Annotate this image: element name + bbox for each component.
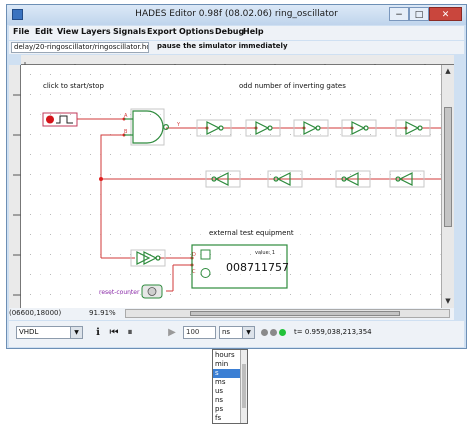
- schematic-canvas[interactable]: click to start/stop odd number of invert…: [21, 65, 441, 308]
- left-ruler: [9, 65, 21, 308]
- maximize-button[interactable]: □: [409, 7, 429, 21]
- reset-counter-label: reset-counter: [99, 289, 140, 296]
- unit-option[interactable]: fs: [213, 414, 241, 423]
- language-value: VHDL: [19, 328, 39, 336]
- top-ruler: [21, 55, 454, 70]
- status-led-3: [279, 329, 286, 336]
- unit-option[interactable]: ns: [213, 396, 241, 405]
- unit-option[interactable]: min: [213, 360, 241, 369]
- cursor-coordinates: (06600,18000): [9, 309, 62, 317]
- zoom-level: 91.91%: [89, 309, 116, 317]
- time-unit-value: ns: [222, 328, 231, 336]
- dropdown-scrollbar[interactable]: [240, 350, 247, 423]
- time-unit-select[interactable]: ns ▼: [219, 326, 255, 339]
- pin-b-label: B: [124, 129, 128, 135]
- horizontal-scroll-thumb[interactable]: [190, 311, 400, 316]
- label-external-equipment: external test equipment: [209, 229, 294, 237]
- unit-option[interactable]: ms: [213, 378, 241, 387]
- menu-bar: File Edit View Layers Signals Export Opt…: [9, 26, 464, 40]
- status-row: (06600,18000) 91.91%: [9, 308, 454, 320]
- minimize-button[interactable]: −: [389, 7, 409, 21]
- status-led-1: [261, 329, 268, 336]
- status-led-2: [270, 329, 277, 336]
- close-button[interactable]: ✕: [429, 7, 462, 21]
- label-start-stop: click to start/stop: [43, 82, 104, 90]
- simulation-time: t= 0.959,038,213,354: [294, 328, 372, 336]
- menu-file[interactable]: File: [13, 27, 29, 36]
- unit-option[interactable]: us: [213, 387, 241, 396]
- chevron-down-icon[interactable]: ▼: [242, 327, 254, 338]
- menu-options[interactable]: Options: [179, 27, 214, 36]
- menu-help[interactable]: Help: [243, 27, 264, 36]
- scroll-down-icon[interactable]: ▼: [443, 296, 453, 306]
- menu-debug[interactable]: Debug: [215, 27, 244, 36]
- pin-c-label: C: [192, 269, 196, 275]
- label-inverting-gates: odd number of inverting gates: [239, 82, 346, 90]
- status-message: pause the simulator immediately: [157, 42, 288, 50]
- counter-value: 008711757: [226, 261, 289, 274]
- menu-export[interactable]: Export: [147, 27, 177, 36]
- language-select[interactable]: VHDL ▼: [16, 326, 83, 339]
- time-unit-dropdown[interactable]: hours min s ms us ns ps fs: [212, 349, 248, 424]
- info-icon[interactable]: ℹ: [91, 326, 105, 339]
- path-bar: delay/20-ringoscillator/ringoscillator.h…: [9, 41, 464, 54]
- dropdown-scroll-thumb[interactable]: [242, 364, 246, 408]
- menu-view[interactable]: View: [57, 27, 79, 36]
- file-path-field[interactable]: delay/20-ringoscillator/ringoscillator.h…: [11, 42, 149, 53]
- horizontal-scrollbar[interactable]: [125, 309, 450, 318]
- run-duration-field[interactable]: 100: [183, 326, 216, 339]
- app-window: HADES Editor 0.98f (08.02.06) ring_oscil…: [6, 4, 467, 349]
- rewind-button[interactable]: ⏮: [107, 326, 121, 339]
- pause-button[interactable]: ⏸: [123, 326, 137, 339]
- menu-edit[interactable]: Edit: [35, 27, 53, 36]
- unit-option-selected[interactable]: s: [213, 369, 241, 378]
- chevron-down-icon[interactable]: ▼: [70, 327, 82, 338]
- simulation-toolbar: VHDL ▼ ℹ ⏮ ⏸ ▶ 100 ns ▼ t= 0.959,038,213…: [9, 321, 464, 347]
- title-bar: HADES Editor 0.98f (08.02.06) ring_oscil…: [7, 5, 466, 25]
- reset-counter-switch[interactable]: [141, 284, 163, 299]
- unit-option[interactable]: ps: [213, 405, 241, 414]
- pin-a-label: A: [124, 113, 128, 119]
- counter-value-label: value: 1: [255, 250, 275, 256]
- unit-option[interactable]: hours: [213, 351, 241, 360]
- scroll-up-icon[interactable]: ▲: [443, 66, 453, 76]
- pin-d-label: D: [192, 252, 196, 258]
- vertical-scroll-thumb[interactable]: [444, 107, 452, 227]
- run-for-button[interactable]: ▶: [165, 326, 179, 339]
- menu-signals[interactable]: Signals: [113, 27, 146, 36]
- vertical-scrollbar[interactable]: ▲ ▼: [441, 65, 454, 308]
- menu-layers[interactable]: Layers: [81, 27, 111, 36]
